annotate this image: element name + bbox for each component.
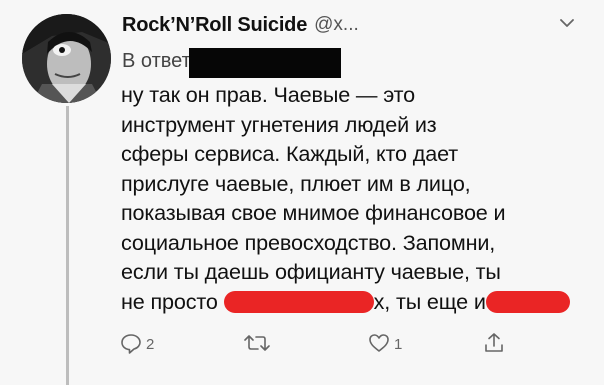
redaction-red	[485, 290, 570, 313]
tweet-text-line: если ты даешь официанту чаевые, ты	[121, 259, 501, 284]
heart-icon	[368, 332, 390, 354]
share-button[interactable]	[483, 332, 505, 354]
tweet-text-fragment: не просто	[121, 288, 218, 314]
chevron-down-icon[interactable]	[560, 16, 574, 30]
tweet-header: Rock’N’Roll Suicide @x...	[122, 12, 586, 38]
tweet-text-line: социальное превосходство. Запомни,	[121, 229, 496, 255]
tweet-text-line: инструмент угнетения людей из	[121, 111, 437, 137]
retweet-button[interactable]	[244, 332, 270, 354]
tweet-text-line: показывая свое мнимое финансовое и	[121, 200, 506, 225]
thread-line	[66, 106, 69, 385]
tweet-actions: 2 1	[120, 332, 590, 360]
reply-count: 2	[146, 336, 155, 353]
retweet-icon	[244, 332, 270, 354]
tweet-text-fragment: х, ты еще и	[373, 288, 486, 314]
tweet-text-line: сферы сервиса. Каждый, кто дает	[121, 141, 458, 166]
reply-button[interactable]: 2	[120, 332, 154, 354]
display-name[interactable]: Rock’N’Roll Suicide	[122, 14, 307, 37]
share-icon	[483, 332, 505, 354]
avatar-image	[22, 14, 111, 103]
reply-prefix: В ответ	[122, 49, 191, 72]
tweet-text: ну так он прав. Чаевые — это инструмент …	[121, 80, 601, 316]
like-button[interactable]: 1	[368, 332, 402, 354]
avatar[interactable]	[22, 14, 111, 103]
redaction-black	[188, 48, 341, 78]
tweet-text-line: не просто х, ты еще и	[121, 287, 601, 317]
tweet-text-line: ну так он прав. Чаевые — это	[121, 82, 415, 107]
user-handle[interactable]: @x...	[314, 14, 359, 36]
redaction-red	[223, 290, 374, 313]
reply-icon	[120, 332, 142, 354]
like-count: 1	[394, 336, 403, 353]
reply-to-line: В ответ	[122, 46, 341, 78]
tweet-text-line: прислуге чаевые, плюет им в лицо,	[121, 170, 471, 196]
